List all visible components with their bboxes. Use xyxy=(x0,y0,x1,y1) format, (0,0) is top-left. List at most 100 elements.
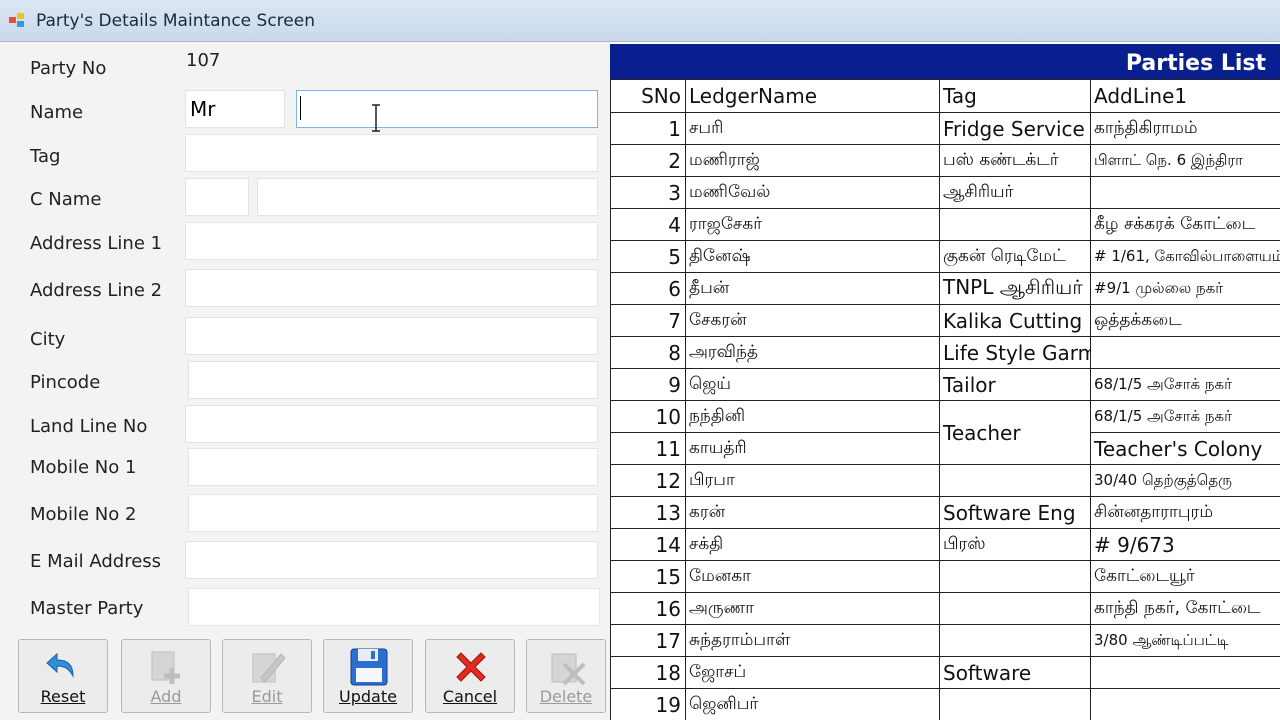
ledgername-cell[interactable]: காயத்ரி xyxy=(685,432,940,465)
sno-cell[interactable]: 7 xyxy=(610,304,686,337)
ledgername-cell[interactable]: நந்தினி xyxy=(685,400,940,433)
table-row[interactable]: 17 சுந்தராம்பாள் 3/80 ஆண்டிப்பட்டி xyxy=(610,624,1280,657)
reset-button[interactable]: Reset xyxy=(18,639,108,713)
tag-cell[interactable]: Software xyxy=(939,656,1091,689)
ledgername-cell[interactable]: ஜெனிபர் xyxy=(685,688,940,720)
ledgername-cell[interactable]: ராஜசேகர் xyxy=(685,208,940,241)
tag-cell[interactable]: TNPL ஆசிரியர் xyxy=(939,272,1091,305)
tag-cell[interactable] xyxy=(939,592,1091,625)
addline1-cell[interactable]: # 9/673 xyxy=(1090,528,1280,561)
addline1-cell[interactable] xyxy=(1090,656,1280,689)
tag-cell[interactable]: பிரஸ் xyxy=(939,528,1091,561)
sno-cell[interactable]: 3 xyxy=(610,176,686,209)
table-row[interactable]: 18 ஜோசப் Software xyxy=(610,656,1280,689)
ledgername-cell[interactable]: ஜோசப் xyxy=(685,656,940,689)
addline1-cell[interactable] xyxy=(1090,176,1280,209)
tag-cell[interactable]: Software Eng xyxy=(939,496,1091,529)
tag-cell[interactable] xyxy=(939,624,1091,657)
email-field[interactable] xyxy=(185,541,598,579)
pincode-field[interactable] xyxy=(188,361,598,399)
addline1-cell[interactable]: கீழ சக்கரக் கோட்டை xyxy=(1090,208,1280,241)
sno-cell[interactable]: 13 xyxy=(610,496,686,529)
table-row[interactable]: 15 மேனகா கோட்டையூர் xyxy=(610,560,1280,593)
table-row[interactable]: 8அரவிந்த்Life Style Garments xyxy=(610,336,1280,369)
tag-cell[interactable]: பஸ் கண்டக்டர் xyxy=(939,144,1091,177)
ledgername-cell[interactable]: அருணா xyxy=(685,592,940,625)
cname-field[interactable] xyxy=(257,178,598,216)
master-party-field[interactable] xyxy=(188,588,600,626)
tag-cell[interactable]: Teacher xyxy=(939,400,1091,465)
column-header-ledgername[interactable]: LedgerName xyxy=(685,79,940,113)
sno-cell[interactable]: 10 xyxy=(610,400,686,433)
addline1-cell[interactable]: 30/40 தெற்குத்தெரு xyxy=(1090,464,1280,497)
addline1-cell[interactable]: காந்தி நகர், கோட்டை xyxy=(1090,592,1280,625)
city-field[interactable] xyxy=(185,317,598,355)
sno-cell[interactable]: 2 xyxy=(610,144,686,177)
addline1-cell[interactable] xyxy=(1090,336,1280,369)
table-row[interactable]: 10 நந்தினி Teacher 68/1/5 அசோக் நகர் xyxy=(610,400,1280,465)
ledgername-cell[interactable]: சேகரன் xyxy=(685,304,940,337)
mobile1-field[interactable] xyxy=(188,448,598,486)
ledgername-cell[interactable]: தீபன் xyxy=(685,272,940,305)
parties-table[interactable]: SNo LedgerName Tag AddLine1 1 சபரி Fridge … xyxy=(610,79,1280,720)
sno-cell[interactable]: 8 xyxy=(610,336,686,369)
addline1-cell[interactable]: கோட்டையூர் xyxy=(1090,560,1280,593)
addline1-cell[interactable]: பிளாட் நெ. 6 இந்திரா xyxy=(1090,144,1280,177)
sno-cell[interactable]: 6 xyxy=(610,272,686,305)
sno-cell[interactable]: 18 xyxy=(610,656,686,689)
update-button[interactable]: Update xyxy=(323,639,413,713)
delete-button[interactable]: Delete xyxy=(526,639,606,713)
tag-cell[interactable] xyxy=(939,560,1091,593)
table-row[interactable]: 9 ஜெய் Tailor 68/1/5 அசோக் நகர் xyxy=(610,368,1280,401)
tag-field[interactable] xyxy=(185,134,598,172)
addline1-cell[interactable]: 68/1/5 அசோக் நகர் xyxy=(1090,400,1280,433)
parties-list-panel[interactable]: Parties List SNo LedgerName Tag AddLine1… xyxy=(610,42,1280,720)
addline1-cell[interactable]: #9/1 முல்லை நகர் xyxy=(1090,272,1280,305)
sno-cell[interactable]: 9 xyxy=(610,368,686,401)
ledgername-cell[interactable]: சுந்தராம்பாள் xyxy=(685,624,940,657)
sno-cell[interactable]: 14 xyxy=(610,528,686,561)
tag-cell[interactable] xyxy=(939,208,1091,241)
name-title-field[interactable]: Mr xyxy=(185,90,285,128)
sno-cell[interactable]: 4 xyxy=(610,208,686,241)
tag-cell[interactable]: Life Style Garments xyxy=(939,336,1091,369)
tag-cell[interactable] xyxy=(939,688,1091,720)
addline1-cell[interactable]: 3/80 ஆண்டிப்பட்டி xyxy=(1090,624,1280,657)
cname-prefix-field[interactable] xyxy=(185,178,249,216)
ledgername-cell[interactable]: தினேஷ் xyxy=(685,240,940,273)
addline1-cell[interactable]: ஒத்தக்கடை xyxy=(1090,304,1280,337)
table-row[interactable]: 12 பிரபா 30/40 தெற்குத்தெரு xyxy=(610,464,1280,497)
name-field[interactable] xyxy=(296,90,598,128)
ledgername-cell[interactable]: கரன் xyxy=(685,496,940,529)
mobile2-field[interactable] xyxy=(188,494,598,532)
sno-cell[interactable]: 15 xyxy=(610,560,686,593)
tag-cell[interactable]: Kalika Cutting xyxy=(939,304,1091,337)
table-row[interactable]: 13 கரன் Software Eng சின்னதாராபுரம் xyxy=(610,496,1280,529)
ledgername-cell[interactable]: சபரி xyxy=(685,112,940,145)
sno-cell[interactable]: 12 xyxy=(610,464,686,497)
tag-cell[interactable]: ஆசிரியர் xyxy=(939,176,1091,209)
table-row[interactable]: 5 தினேஷ் குகன் ரெடிமேட் # 1/61, கோவில்பாளைய… xyxy=(610,240,1280,273)
tag-cell[interactable]: Tailor xyxy=(939,368,1091,401)
ledgername-cell[interactable]: மணிராஜ் xyxy=(685,144,940,177)
sno-cell[interactable]: 16 xyxy=(610,592,686,625)
table-row[interactable]: 16 அருணா காந்தி நகர், கோட்டை xyxy=(610,592,1280,625)
sno-cell[interactable]: 17 xyxy=(610,624,686,657)
ledgername-cell[interactable]: மேனகா xyxy=(685,560,940,593)
table-row[interactable]: 4 ராஜசேகர் கீழ சக்கரக் கோட்டை xyxy=(610,208,1280,241)
sno-cell[interactable]: 19 xyxy=(610,688,686,720)
add-button[interactable]: Add xyxy=(121,639,211,713)
sno-cell[interactable]: 5 xyxy=(610,240,686,273)
tag-cell[interactable]: Fridge Service xyxy=(939,112,1091,145)
address2-field[interactable] xyxy=(185,269,598,307)
ledgername-cell[interactable]: மணிவேல் xyxy=(685,176,940,209)
column-header-addline1[interactable]: AddLine1 xyxy=(1090,79,1280,113)
addline1-cell[interactable]: 68/1/5 அசோக் நகர் xyxy=(1090,368,1280,401)
table-row[interactable]: 6 தீபன் TNPL ஆசிரியர் #9/1 முல்லை நகர் xyxy=(610,272,1280,305)
address1-field[interactable] xyxy=(185,222,598,260)
title-bar[interactable]: Party's Details Maintance Screen xyxy=(0,0,1280,42)
table-row[interactable]: 14 சக்தி பிரஸ் # 9/673 xyxy=(610,528,1280,561)
edit-button[interactable]: Edit xyxy=(222,639,312,713)
ledgername-cell[interactable]: அரவிந்த் xyxy=(685,336,940,369)
tag-cell[interactable]: குகன் ரெடிமேட் xyxy=(939,240,1091,273)
